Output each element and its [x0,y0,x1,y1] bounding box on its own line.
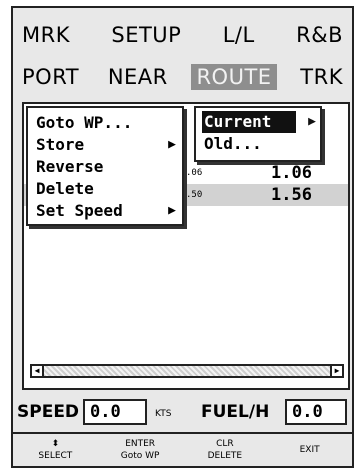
menu-item-label: Reverse [36,157,104,176]
speed-unit: KTS [155,409,172,419]
row-value: 1.56 [271,185,312,205]
softkey-label: SELECT [38,451,73,461]
fuel-label: FUEL/H [201,402,270,422]
speed-label: SPEED [17,402,80,422]
softkey-key: CLR [216,439,234,449]
tab-route[interactable]: ROUTE [191,64,277,90]
submenu-arrow-icon: ▶ [168,203,176,218]
tab-near[interactable]: NEAR [103,64,173,90]
menu-item-label: Current [204,112,272,131]
up-down-arrow-icon: ⬍ [51,439,60,449]
scroll-right-icon[interactable]: ▶ [330,364,344,378]
menu-item-label: Set Speed [36,201,123,220]
menu-item-delete[interactable]: Delete [28,178,182,200]
menu-item-reverse[interactable]: Reverse [28,156,182,178]
softkey-enter[interactable]: ENTER Goto WP [98,434,183,466]
tab-row-1: MRK SETUP L/L R&B [17,18,348,52]
route-panel: .06 1.06 .50 1.56 Goto WP... Store ▶ Rev… [22,102,350,390]
horizontal-scrollbar[interactable]: ◀ ▶ [30,364,344,378]
menu-item-store[interactable]: Store ▶ [28,134,182,156]
softkey-select[interactable]: ⬍ SELECT [13,434,98,466]
tab-trk[interactable]: TRK [295,64,348,90]
softkey-key: ENTER [125,439,156,449]
menu-item-label: Goto WP... [36,113,133,132]
menu-item-label: Delete [36,179,94,198]
menu-item-label: Store [36,135,85,154]
softkey-label: Goto WP [120,451,160,461]
submenu-item-old[interactable]: Old... [196,133,320,155]
row-value: 1.06 [271,163,312,183]
row-small-value: .50 [186,190,203,200]
tab-row-2: PORT NEAR ROUTE TRK [17,60,348,94]
menu-item-set-speed[interactable]: Set Speed ▶ [28,200,182,222]
menu-item-label: Old... [204,134,262,153]
speed-field[interactable]: 0.0 [83,399,147,425]
device-screen: MRK SETUP L/L R&B PORT NEAR ROUTE TRK .0… [11,6,354,468]
softkey-label: DELETE [207,451,243,461]
softkey-clr[interactable]: CLR DELETE [183,434,268,466]
tab-ll[interactable]: L/L [218,22,260,48]
scroll-left-icon[interactable]: ◀ [30,364,44,378]
softkey-label: EXIT [299,445,320,455]
tab-setup[interactable]: SETUP [106,22,186,48]
tab-port[interactable]: PORT [17,64,84,90]
softkey-exit[interactable]: EXIT [267,434,352,466]
submenu-arrow-icon: ▶ [168,137,176,152]
row-small-value: .06 [186,168,203,178]
tab-rb[interactable]: R&B [291,22,348,48]
submenu-arrow-icon: ▶ [308,114,316,129]
softkey-bar: ⬍ SELECT ENTER Goto WP CLR DELETE EXIT [13,432,352,466]
submenu-item-current[interactable]: Current ▶ [202,111,316,133]
status-bar: SPEED 0.0 KTS FUEL/H 0.0 [15,399,350,427]
route-context-menu: Goto WP... Store ▶ Reverse Delete Set Sp… [26,106,184,226]
store-submenu: Current ▶ Old... [194,106,322,162]
menu-item-goto-wp[interactable]: Goto WP... [28,112,182,134]
tab-mrk[interactable]: MRK [17,22,75,48]
fuel-field[interactable]: 0.0 [285,399,347,425]
